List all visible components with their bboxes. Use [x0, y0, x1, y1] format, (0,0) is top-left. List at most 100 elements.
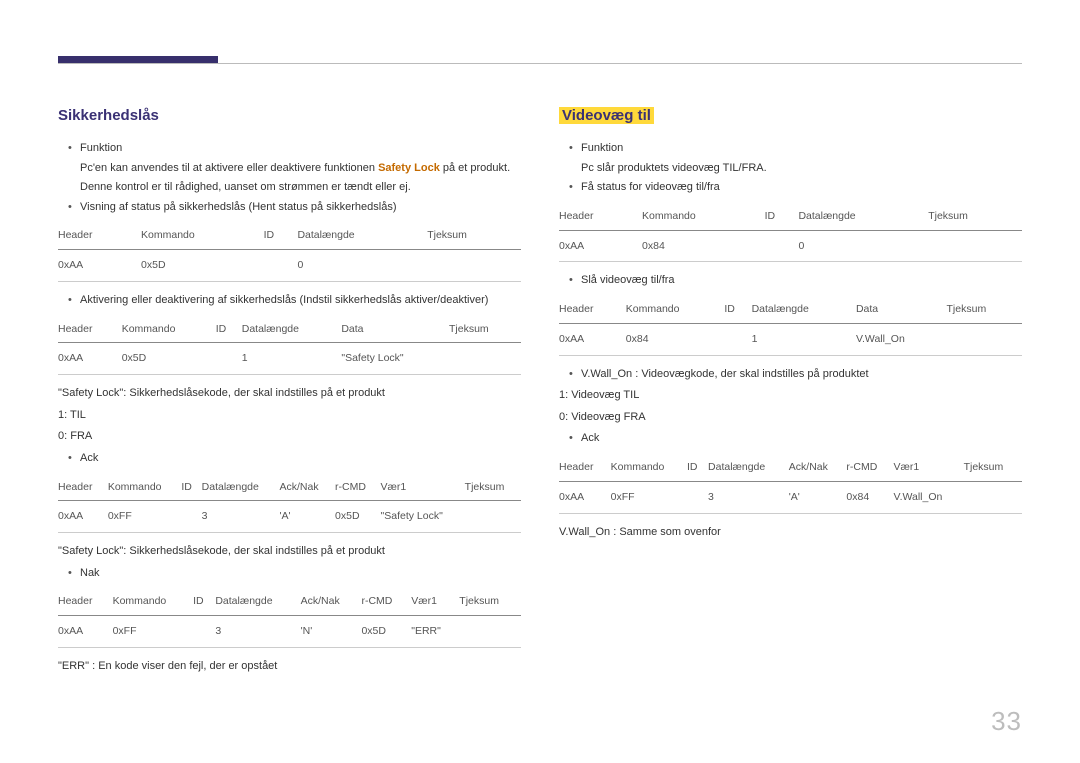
th: Data	[341, 316, 449, 343]
left-bullets: Funktion	[58, 140, 521, 158]
table-header-row: Header Kommando ID Datalængde Data Tjeks…	[58, 316, 521, 343]
table-set-lock: Header Kommando ID Datalængde Data Tjeks…	[58, 316, 521, 376]
safety-lock-emphasis: Safety Lock	[378, 162, 440, 174]
th: Datalængde	[752, 296, 856, 323]
td: V.Wall_On	[856, 323, 947, 355]
function-desc: Pc slår produktets videovæg TIL/FRA.	[559, 160, 1022, 178]
right-bullets-4: V.Wall_On : Videovægkode, der skal indst…	[559, 366, 1022, 384]
note-err: "ERR" : En kode viser den fejl, der er o…	[58, 658, 521, 676]
td	[964, 481, 1022, 513]
td: 0xFF	[113, 616, 194, 648]
td	[465, 501, 521, 533]
th: Ack/Nak	[301, 588, 362, 615]
td	[765, 230, 799, 262]
td	[193, 616, 215, 648]
th: Datalængde	[202, 474, 280, 501]
table-set-vw: Header Kommando ID Datalængde Data Tjeks…	[559, 296, 1022, 356]
th: Datalængde	[297, 222, 427, 249]
td: 0	[297, 250, 427, 282]
td: 0	[798, 230, 928, 262]
td: 0x84	[626, 323, 725, 355]
td: 0x5D	[335, 501, 380, 533]
table-ack: Header Kommando ID Datalængde Ack/Nak r-…	[58, 474, 521, 534]
function-desc-line1: Pc'en kan anvendes til at aktivere eller…	[58, 160, 521, 178]
th: Datalængde	[215, 588, 300, 615]
th: Tjeksum	[465, 474, 521, 501]
right-bullets-5: Ack	[559, 430, 1022, 448]
th: Vær1	[381, 474, 465, 501]
table-nak: Header Kommando ID Datalængde Ack/Nak r-…	[58, 588, 521, 648]
highlight-video-wall: Videovæg til	[559, 107, 654, 124]
header-rule	[58, 63, 1022, 64]
note-vw-off: 0: Videovæg FRA	[559, 409, 1022, 427]
th: Header	[58, 316, 122, 343]
td	[449, 343, 521, 375]
table-row: 0xAA 0xFF 3 'A' 0x84 V.Wall_On	[559, 481, 1022, 513]
td: 'A'	[280, 501, 336, 533]
bullet-get-status-vw: Få status for videovæg til/fra	[581, 179, 1022, 197]
td: V.Wall_On	[894, 481, 964, 513]
document-page: Sikkerhedslås Funktion Pc'en kan anvende…	[0, 0, 1080, 763]
table-ack-vw: Header Kommando ID Datalængde Ack/Nak r-…	[559, 454, 1022, 514]
td	[427, 250, 521, 282]
table-row: 0xAA 0xFF 3 'N' 0x5D "ERR"	[58, 616, 521, 648]
note-on: 1: TIL	[58, 407, 521, 425]
th: ID	[216, 316, 242, 343]
td: "Safety Lock"	[341, 343, 449, 375]
left-bullets-4: Ack	[58, 450, 521, 468]
left-bullets-3: Aktivering eller deaktivering af sikkerh…	[58, 292, 521, 310]
section-title-video-wall: Videovæg til	[559, 104, 654, 128]
table-header-row: Header Kommando ID Datalængde Ack/Nak r-…	[559, 454, 1022, 481]
th: Ack/Nak	[280, 474, 336, 501]
th: Kommando	[626, 296, 725, 323]
th: Tjeksum	[964, 454, 1022, 481]
td: 3	[215, 616, 300, 648]
th: Header	[559, 454, 611, 481]
td: 0xAA	[58, 501, 108, 533]
th: ID	[687, 454, 708, 481]
text: på et produkt.	[440, 162, 510, 174]
td: 3	[202, 501, 280, 533]
table-header-row: Header Kommando ID Datalængde Ack/Nak r-…	[58, 474, 521, 501]
th: Kommando	[113, 588, 194, 615]
bullet-ack: Ack	[80, 450, 521, 468]
th: Header	[559, 296, 626, 323]
bullet-nak: Nak	[80, 565, 521, 583]
td	[687, 481, 708, 513]
table-get-status: Header Kommando ID Datalængde Tjeksum 0x…	[58, 222, 521, 282]
th: Tjeksum	[449, 316, 521, 343]
th: r-CMD	[361, 588, 411, 615]
td: "ERR"	[411, 616, 459, 648]
th: Header	[58, 222, 141, 249]
td: 0xAA	[559, 481, 611, 513]
right-bullets-2: Få status for videovæg til/fra	[559, 179, 1022, 197]
td	[181, 501, 201, 533]
function-desc-line2: Denne kontrol er til rådighed, uanset om…	[58, 179, 521, 197]
note-vw-on: 1: Videovæg TIL	[559, 387, 1022, 405]
th: Vær1	[894, 454, 964, 481]
note-vwall-same: V.Wall_On : Samme som ovenfor	[559, 524, 1022, 542]
td: "Safety Lock"	[381, 501, 465, 533]
td: 1	[752, 323, 856, 355]
table-row: 0xAA 0xFF 3 'A' 0x5D "Safety Lock"	[58, 501, 521, 533]
bullet-get-status: Visning af status på sikkerhedslås (Hent…	[80, 199, 521, 217]
right-bullets: Funktion	[559, 140, 1022, 158]
td	[264, 250, 298, 282]
section-title-safety-lock: Sikkerhedslås	[58, 104, 159, 128]
table-get-status-vw: Header Kommando ID Datalængde Tjeksum 0x…	[559, 203, 1022, 263]
td: 'A'	[789, 481, 847, 513]
table-header-row: Header Kommando ID Datalængde Tjeksum	[559, 203, 1022, 230]
note-off: 0: FRA	[58, 428, 521, 446]
right-bullets-3: Slå videovæg til/fra	[559, 272, 1022, 290]
th: ID	[193, 588, 215, 615]
note-safety-lock-code2: "Safety Lock": Sikkerhedslåsekode, der s…	[58, 543, 521, 561]
th: Tjeksum	[928, 203, 1022, 230]
note-safety-lock-code: "Safety Lock": Sikkerhedslåsekode, der s…	[58, 385, 521, 403]
th: Kommando	[108, 474, 182, 501]
th: Kommando	[611, 454, 687, 481]
td: 0xFF	[611, 481, 687, 513]
bullet-function: Funktion	[581, 140, 1022, 158]
text: Pc'en kan anvendes til at aktivere eller…	[80, 162, 378, 174]
th: Vær1	[411, 588, 459, 615]
left-bullets-5: Nak	[58, 565, 521, 583]
